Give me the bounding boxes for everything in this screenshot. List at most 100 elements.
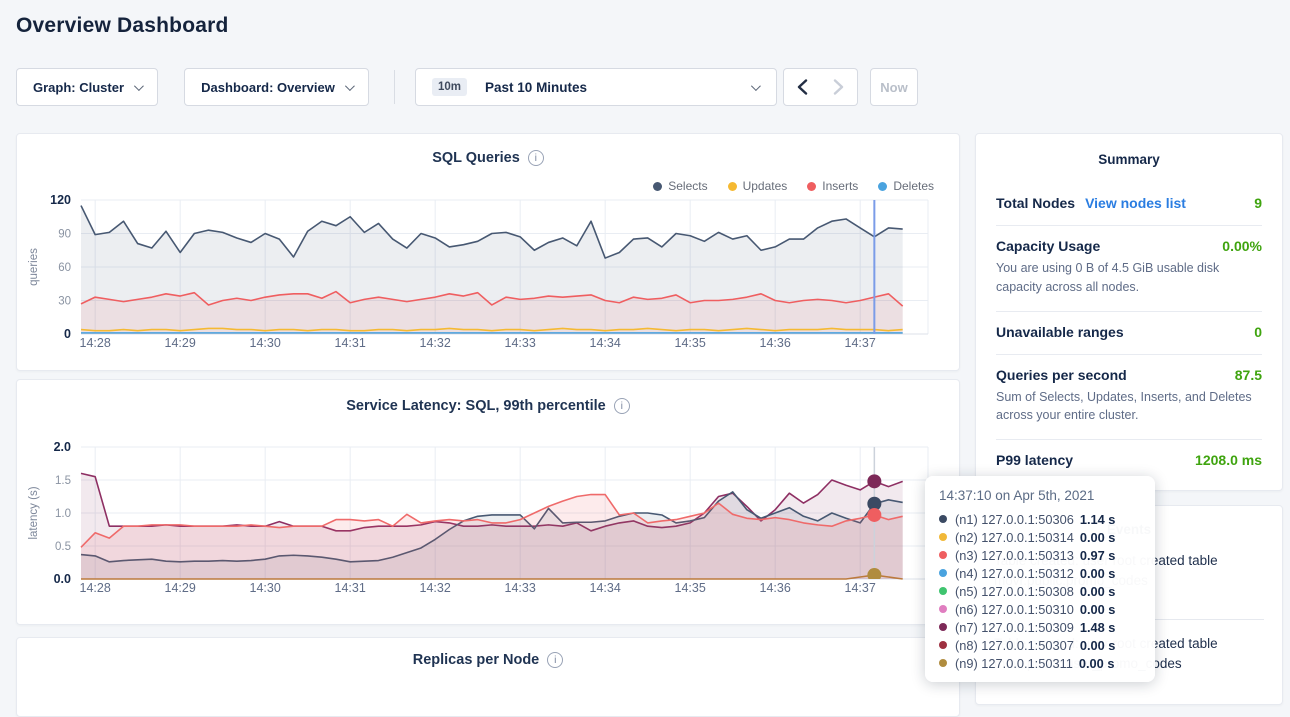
svg-text:14:33: 14:33 <box>505 581 536 595</box>
node-color-dot-icon <box>939 587 947 595</box>
svg-text:14:34: 14:34 <box>590 336 621 350</box>
svg-text:14:31: 14:31 <box>335 336 366 350</box>
svg-text:14:28: 14:28 <box>80 336 111 350</box>
tooltip-node-value: 0.97 s <box>1080 548 1116 563</box>
summary-row-p99-latency: P99 latency 1208.0 ms <box>996 452 1262 468</box>
svg-text:14:35: 14:35 <box>675 581 706 595</box>
tooltip-timestamp: 14:37:10 on Apr 5th, 2021 <box>939 488 1142 503</box>
view-nodes-list-link[interactable]: View nodes list <box>1085 195 1186 211</box>
node-color-dot-icon <box>939 551 947 559</box>
svg-text:14:32: 14:32 <box>420 336 451 350</box>
node-color-dot-icon <box>939 659 947 667</box>
tooltip-node-value: 0.00 s <box>1079 656 1115 671</box>
chevron-down-icon <box>751 81 761 91</box>
summary-row-unavailable-ranges: Unavailable ranges 0 <box>996 324 1262 340</box>
summary-divider <box>996 311 1262 312</box>
summary-title: Summary <box>976 152 1282 167</box>
svg-text:1.0: 1.0 <box>55 508 71 520</box>
tooltip-node-row: (n7) 127.0.0.1:50309 1.48 s <box>939 618 1142 636</box>
replicas-per-node-title: Replicas per Node <box>413 652 540 668</box>
chevron-down-icon <box>134 81 144 91</box>
sql-queries-chart[interactable]: 0 30 60 90 120 14:28 14:29 14:30 14:31 14:32 14:33… <box>17 189 961 361</box>
replicas-per-node-card: Replicas per Node i <box>16 637 960 717</box>
capacity-value: 0.00% <box>1222 238 1262 254</box>
tooltip-node-label: (n1) 127.0.0.1:50306 <box>955 512 1074 527</box>
svg-text:14:29: 14:29 <box>165 336 196 350</box>
node-color-dot-icon <box>939 515 947 523</box>
svg-text:90: 90 <box>58 229 71 241</box>
chart-tooltip: 14:37:10 on Apr 5th, 2021 (n1) 127.0.0.1… <box>925 476 1155 682</box>
svg-text:14:37: 14:37 <box>845 336 876 350</box>
summary-row-capacity: Capacity Usage 0.00% <box>996 238 1262 254</box>
info-icon[interactable]: i <box>614 398 630 414</box>
svg-text:14:30: 14:30 <box>250 336 281 350</box>
svg-text:0: 0 <box>64 327 71 341</box>
svg-text:60: 60 <box>58 262 71 274</box>
summary-row-qps: Queries per second 87.5 <box>996 367 1262 383</box>
svg-text:120: 120 <box>50 193 71 207</box>
qps-description: Sum of Selects, Updates, Inserts, and De… <box>996 388 1262 426</box>
graph-dropdown[interactable]: Graph: Cluster <box>16 68 158 106</box>
tooltip-node-value: 0.00 s <box>1080 530 1116 545</box>
unavailable-ranges-value: 0 <box>1254 324 1262 340</box>
time-prev-button[interactable] <box>783 68 821 106</box>
summary-divider <box>996 354 1262 355</box>
tooltip-node-value: 0.00 s <box>1080 584 1116 599</box>
svg-text:queries: queries <box>28 248 40 286</box>
sql-queries-title: SQL Queries <box>432 150 520 166</box>
tooltip-node-value: 1.48 s <box>1080 620 1116 635</box>
tooltip-node-value: 0.00 s <box>1080 566 1116 581</box>
dashboard-dropdown-label: Dashboard: Overview <box>201 80 335 95</box>
time-now-button[interactable]: Now <box>870 68 918 106</box>
tooltip-node-label: (n3) 127.0.0.1:50313 <box>955 548 1074 563</box>
svg-text:1.5: 1.5 <box>55 475 71 487</box>
tooltip-node-row: (n2) 127.0.0.1:50314 0.00 s <box>939 528 1142 546</box>
overview-dashboard-page: Overview Dashboard Graph: Cluster Dashbo… <box>0 0 1290 689</box>
summary-divider <box>996 439 1262 440</box>
tooltip-node-label: (n6) 127.0.0.1:50310 <box>955 602 1074 617</box>
svg-text:14:32: 14:32 <box>420 581 451 595</box>
svg-text:0.5: 0.5 <box>55 541 71 553</box>
service-latency-title: Service Latency: SQL, 99th percentile <box>346 398 606 414</box>
chevron-down-icon <box>345 81 355 91</box>
svg-text:14:37: 14:37 <box>845 581 876 595</box>
time-range-selector[interactable]: 10m Past 10 Minutes <box>415 68 777 106</box>
svg-text:14:33: 14:33 <box>505 336 536 350</box>
page-title: Overview Dashboard <box>16 14 229 38</box>
info-icon[interactable]: i <box>528 150 544 166</box>
service-latency-chart[interactable]: 0.00.51.01.52.014:2814:2914:3014:3114:32… <box>17 435 961 610</box>
dashboard-dropdown[interactable]: Dashboard: Overview <box>184 68 369 106</box>
tooltip-node-label: (n8) 127.0.0.1:50307 <box>955 638 1074 653</box>
tooltip-node-value: 0.00 s <box>1080 638 1116 653</box>
service-latency-card: Service Latency: SQL, 99th percentile i … <box>16 379 960 625</box>
tooltip-node-value: 1.14 s <box>1080 512 1116 527</box>
summary-divider <box>996 225 1262 226</box>
tooltip-node-value: 0.00 s <box>1080 602 1116 617</box>
chevron-left-icon <box>797 79 808 95</box>
sql-queries-card: SQL Queries i Selects Updates Inserts De… <box>16 133 960 371</box>
svg-text:14:28: 14:28 <box>80 581 111 595</box>
total-nodes-value: 9 <box>1254 195 1262 211</box>
qps-value: 87.5 <box>1235 367 1262 383</box>
node-color-dot-icon <box>939 623 947 631</box>
info-icon[interactable]: i <box>547 652 563 668</box>
time-range-label: Past 10 Minutes <box>485 80 587 95</box>
toolbar-divider <box>394 70 395 104</box>
svg-text:30: 30 <box>58 296 71 308</box>
tooltip-node-row: (n1) 127.0.0.1:50306 1.14 s <box>939 510 1142 528</box>
svg-text:0.0: 0.0 <box>54 572 71 586</box>
svg-text:14:36: 14:36 <box>760 581 791 595</box>
node-color-dot-icon <box>939 605 947 613</box>
now-button-label: Now <box>880 80 907 95</box>
tooltip-node-label: (n9) 127.0.0.1:50311 <box>955 656 1073 671</box>
tooltip-node-label: (n4) 127.0.0.1:50312 <box>955 566 1074 581</box>
summary-panel: Summary Total Nodes View nodes list 9 Ca… <box>975 133 1283 491</box>
svg-text:2.0: 2.0 <box>54 440 71 454</box>
tooltip-node-row: (n8) 127.0.0.1:50307 0.00 s <box>939 636 1142 654</box>
svg-text:latency (s): latency (s) <box>28 486 40 539</box>
node-color-dot-icon <box>939 569 947 577</box>
time-range-badge: 10m <box>432 78 467 96</box>
time-next-button[interactable] <box>820 68 858 106</box>
tooltip-node-row: (n6) 127.0.0.1:50310 0.00 s <box>939 600 1142 618</box>
tooltip-node-row: (n5) 127.0.0.1:50308 0.00 s <box>939 582 1142 600</box>
